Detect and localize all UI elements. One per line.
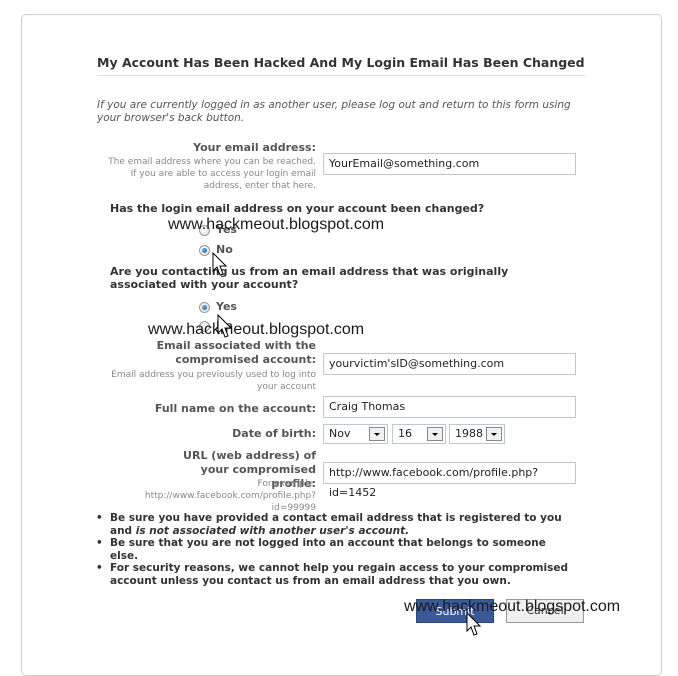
watermark-text: www.hackmeout.blogspot.com <box>168 216 385 233</box>
note-emphasis: is not associated with another user's ac… <box>135 524 410 537</box>
note-item: Be sure you have provided a contact emai… <box>96 512 576 537</box>
dob-day-value: 16 <box>398 427 412 440</box>
mouse-cursor-icon <box>212 252 228 276</box>
chevron-down-icon[interactable] <box>427 427 443 441</box>
intro-text: If you are currently logged in as anothe… <box>97 99 571 124</box>
watermark-text: www.hackmeout.blogspot.com <box>404 598 621 615</box>
compromised-email-input[interactable]: yourvictim'sID@something.com <box>323 353 576 375</box>
dob-label: Date of birth: <box>232 427 316 440</box>
full-name-label: Full name on the account: <box>154 402 316 415</box>
email-label: Your email address: <box>193 141 316 154</box>
compromised-email-help: Email address you previously used to log… <box>111 370 316 392</box>
mouse-cursor-icon <box>217 314 233 338</box>
email-help: The email address where you can be reach… <box>108 157 316 191</box>
profile-url-input[interactable]: http://www.facebook.com/profile.php?id=1… <box>323 462 576 499</box>
dob-year-value: 1988 <box>455 427 483 440</box>
full-name-input[interactable]: Craig Thomas <box>323 396 576 418</box>
profile-url-help: For example, http://www.facebook.com/pro… <box>144 479 316 513</box>
dob-year-select[interactable]: 1988 <box>449 424 505 444</box>
question-original-email: Are you contacting us from an email addr… <box>110 265 509 291</box>
note-item: Be sure that you are not logged into an … <box>96 537 576 562</box>
chevron-down-icon[interactable] <box>486 427 502 441</box>
chevron-down-icon[interactable] <box>369 427 385 441</box>
radio-original-yes[interactable] <box>199 302 210 313</box>
dob-month-select[interactable]: Nov <box>323 424 388 444</box>
mouse-cursor-icon <box>466 612 482 636</box>
note-item: For security reasons, we cannot help you… <box>96 562 576 587</box>
watermark-text: www.hackmeout.blogspot.com <box>148 321 365 338</box>
radio-original-yes-label: Yes <box>216 300 237 313</box>
email-input[interactable]: YourEmail@something.com <box>323 153 576 175</box>
title-divider <box>97 75 585 76</box>
question-email-changed: Has the login email address on your acco… <box>110 202 485 215</box>
notes-list: Be sure you have provided a contact emai… <box>96 512 576 587</box>
page-title: My Account Has Been Hacked And My Login … <box>97 55 585 70</box>
dob-day-select[interactable]: 16 <box>392 424 446 444</box>
radio-changed-no[interactable] <box>199 245 210 256</box>
dob-month-value: Nov <box>329 427 351 440</box>
compromised-email-label: Email associated with the compromised ac… <box>156 339 316 366</box>
